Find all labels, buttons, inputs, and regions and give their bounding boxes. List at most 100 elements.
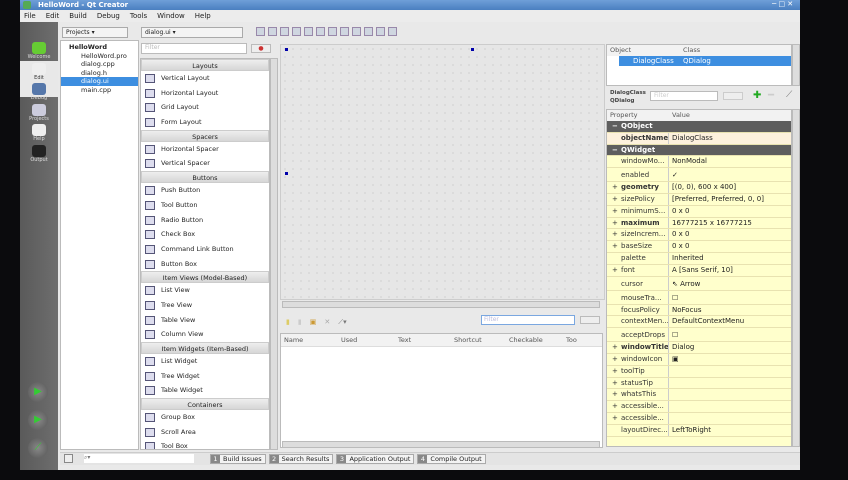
clear-filter-button[interactable]: ● <box>251 44 271 53</box>
canvas-horizontal-scrollbar[interactable] <box>282 301 600 308</box>
configure-icon[interactable]: ⟋ <box>786 90 792 100</box>
project-tree-item[interactable]: HelloWord.pro <box>61 52 138 61</box>
property-row[interactable]: + statusTip <box>607 377 791 390</box>
splitter-horizontal-icon[interactable] <box>328 27 337 36</box>
property-value[interactable]: DialogClass <box>669 133 713 144</box>
widget-item[interactable]: List Widget <box>141 354 269 369</box>
expand-icon[interactable]: + <box>612 354 618 365</box>
property-value[interactable]: 0 x 0 <box>669 229 690 240</box>
resize-handle[interactable] <box>471 48 474 51</box>
property-row[interactable]: + toolTip <box>607 365 791 378</box>
widget-item[interactable]: Form Layout <box>141 115 269 130</box>
project-tree-item[interactable]: dialog.ui <box>61 77 138 86</box>
property-group[interactable]: − QWidget <box>607 144 791 157</box>
object-row-selected[interactable]: DialogClass QDialog <box>619 56 791 66</box>
property-value[interactable]: ✓ <box>669 168 678 181</box>
property-value[interactable]: Inherited <box>669 253 704 264</box>
property-row[interactable]: + sizePolicy [Preferred, Preferred, 0, 0] <box>607 193 791 206</box>
widget-filter-input[interactable]: Filter <box>141 43 247 54</box>
expand-icon[interactable]: + <box>612 241 618 252</box>
property-row[interactable]: objectName DialogClass <box>607 132 791 145</box>
expand-icon[interactable]: + <box>612 342 618 353</box>
widget-item[interactable]: Tool Box <box>141 439 269 449</box>
action-column-header[interactable]: Too <box>563 334 593 346</box>
property-row[interactable]: + minimumS... 0 x 0 <box>607 205 791 218</box>
new-action-icon[interactable]: ▮ <box>286 318 290 326</box>
widget-category-header[interactable]: Buttons <box>141 171 269 184</box>
widget-item[interactable]: Scroll Area <box>141 425 269 440</box>
property-row[interactable]: + maximum 16777215 x 16777215 <box>607 217 791 230</box>
layout-horizontal-icon[interactable] <box>304 27 313 36</box>
remove-property-icon[interactable]: ━ <box>768 90 774 101</box>
adjust-size-icon[interactable] <box>388 27 397 36</box>
property-row[interactable]: + whatsThis <box>607 389 791 402</box>
widget-category-header[interactable]: Item Views (Model-Based) <box>141 271 269 284</box>
expand-icon[interactable]: + <box>612 401 618 412</box>
widget-item[interactable]: Push Button <box>141 183 269 198</box>
output-tab-build-issues[interactable]: 1 Build Issues <box>210 454 266 464</box>
property-row[interactable]: + accessible... <box>607 401 791 413</box>
property-row[interactable]: acceptDrops ☐ <box>607 328 791 343</box>
widget-item[interactable]: Table View <box>141 313 269 328</box>
expand-icon[interactable]: + <box>612 182 618 193</box>
project-tree-item[interactable]: HelloWord <box>61 43 138 52</box>
property-value[interactable]: NonModal <box>669 156 707 167</box>
widget-item[interactable]: Tool Button <box>141 198 269 213</box>
widget-item[interactable]: Tree View <box>141 298 269 313</box>
property-value[interactable]: ▣ <box>669 354 679 365</box>
widget-box-scrollbar[interactable] <box>270 58 278 450</box>
widget-item[interactable]: Radio Button <box>141 213 269 228</box>
window-controls[interactable]: ─ □ ✕ <box>772 0 798 10</box>
project-tree-item[interactable]: dialog.h <box>61 69 138 78</box>
property-row[interactable]: + sizeIncrem... 0 x 0 <box>607 229 791 242</box>
edit-tab-order-icon[interactable] <box>292 27 301 36</box>
action-column-header[interactable]: Text <box>395 334 451 346</box>
widget-category-header[interactable]: Containers <box>141 398 269 411</box>
property-value[interactable]: NoFocus <box>669 305 702 316</box>
output-tab-application-output[interactable]: 3 Application Output <box>336 454 415 464</box>
projects-view-combo[interactable]: Projects ▾ <box>62 27 128 38</box>
view-mode-icon[interactable]: ⟋▾ <box>338 318 346 327</box>
clear-action-filter-button[interactable] <box>580 316 600 324</box>
property-value[interactable]: LeftToRight <box>669 425 711 436</box>
project-tree-item[interactable]: main.cpp <box>61 86 138 95</box>
menu-edit[interactable]: Edit <box>46 10 60 22</box>
expand-icon[interactable]: + <box>612 265 618 276</box>
expand-icon[interactable]: + <box>612 366 618 377</box>
output-tab-search-results[interactable]: 2 Search Results <box>268 454 334 464</box>
expand-icon[interactable]: + <box>612 378 618 389</box>
property-row[interactable]: windowMo... NonModal <box>607 156 791 169</box>
delete-action-icon[interactable]: ✕ <box>324 318 330 326</box>
widget-item[interactable]: Vertical Layout <box>141 71 269 86</box>
splitter-vertical-icon[interactable] <box>340 27 349 36</box>
action-column-header[interactable]: Used <box>338 334 395 346</box>
form-canvas[interactable] <box>280 44 605 300</box>
project-tree-item[interactable]: dialog.cpp <box>61 60 138 69</box>
layout-vertical-icon[interactable] <box>316 27 325 36</box>
widget-item[interactable]: Vertical Spacer <box>141 156 269 171</box>
property-value[interactable]: 0 x 0 <box>669 206 690 217</box>
property-value[interactable]: Dialog <box>669 342 694 353</box>
widget-item[interactable]: List View <box>141 283 269 298</box>
property-row[interactable]: + accessible... <box>607 412 791 425</box>
widget-item[interactable]: Group Box <box>141 410 269 425</box>
resize-handle[interactable] <box>285 172 288 175</box>
widget-item[interactable]: Horizontal Spacer <box>141 142 269 157</box>
expand-icon[interactable]: + <box>612 218 618 229</box>
property-value[interactable] <box>669 401 672 412</box>
edit-signals-icon[interactable] <box>268 27 277 36</box>
menu-help[interactable]: Help <box>195 10 211 22</box>
property-value[interactable]: ☐ <box>669 291 678 304</box>
edit-buddies-icon[interactable] <box>280 27 289 36</box>
copy-action-icon[interactable]: ▮ <box>298 318 302 326</box>
build-button[interactable]: ⟋ <box>28 438 48 458</box>
layout-grid-icon[interactable] <box>352 27 361 36</box>
property-row[interactable]: mouseTra... ☐ <box>607 290 791 305</box>
action-horizontal-scrollbar[interactable] <box>282 441 600 448</box>
property-row[interactable]: contextMen... DefaultContextMenu <box>607 316 791 329</box>
menu-debug[interactable]: Debug <box>97 10 120 22</box>
configure-action-icon[interactable]: ▣ <box>310 318 317 326</box>
property-value[interactable] <box>669 378 672 389</box>
property-row[interactable]: cursor ⇖ Arrow <box>607 276 791 291</box>
property-value[interactable]: 16777215 x 16777215 <box>669 218 752 229</box>
